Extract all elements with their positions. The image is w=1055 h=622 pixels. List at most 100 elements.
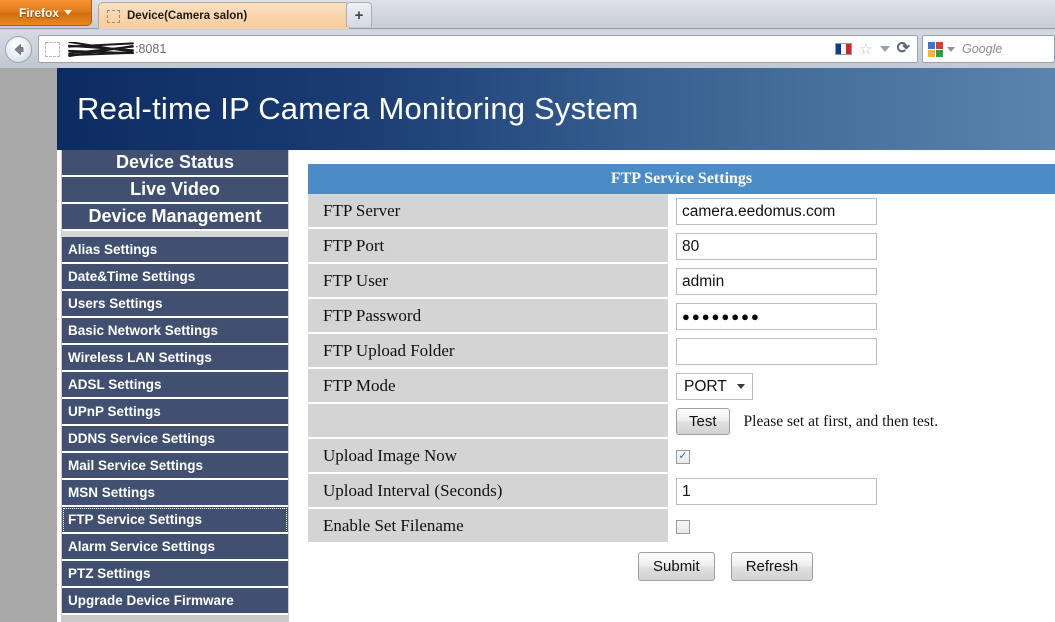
search-bar[interactable]: Google [922,35,1055,63]
ftp-server-cell: camera.eedomus.com [668,194,1055,229]
refresh-button[interactable]: Refresh [730,551,814,581]
table-row: FTP Port 80 [308,229,1055,264]
address-bar[interactable]: :8081 ☆ ⟳ [38,35,918,63]
enable-set-filename-label: Enable Set Filename [308,509,668,544]
google-icon [928,41,943,57]
sidebar-item-label: FTP Service Settings [68,512,203,527]
ftp-user-input[interactable]: admin [676,268,877,295]
tab-strip: Firefox Device(Camera salon) + [0,0,1055,29]
sidebar-item-label: Alarm Service Settings [68,539,216,554]
sidebar-item-label: Basic Network Settings [68,323,219,338]
sidebar-item-users-settings[interactable]: Users Settings [62,291,288,318]
sidebar-item-alarm-service-settings[interactable]: Alarm Service Settings [62,534,288,561]
chevron-down-icon [736,384,745,389]
sidebar-item-label: Device Management [88,206,262,226]
sidebar-item-msn-settings[interactable]: MSN Settings [62,480,288,507]
upload-interval-label: Upload Interval (Seconds) [308,474,668,509]
table-row: Upload Interval (Seconds) 1 [308,474,1055,509]
redacted-url [68,41,134,57]
form-actions: Submit Refresh [308,544,1055,588]
ftp-mode-selected-value: PORT [684,377,727,395]
ftp-mode-label: FTP Mode [308,369,668,404]
sidebar-item-ftp-service-settings[interactable]: FTP Service Settings [62,507,288,534]
ftp-port-input[interactable]: 80 [676,233,877,260]
sidebar-item-label: ADSL Settings [68,377,162,392]
ftp-upload-folder-input[interactable] [676,338,877,365]
page-title: Real-time IP Camera Monitoring System [77,91,639,126]
upload-interval-input[interactable]: 1 [676,478,877,505]
test-hint-text: Please set at first, and then test. [743,412,939,430]
flag-fr-icon[interactable] [835,43,853,55]
sidebar-item-upgrade-device-firmware[interactable]: Upgrade Device Firmware [62,588,288,615]
chevron-down-icon[interactable] [879,46,890,52]
sidebar-item-ptz-settings[interactable]: PTZ Settings [62,561,288,588]
sidebar-item-alias-settings[interactable]: Alias Settings [62,237,288,264]
ftp-port-cell: 80 [668,229,1055,264]
sidebar-item-label: Live Video [130,179,220,199]
sidebar-item-wireless-lan-settings[interactable]: Wireless LAN Settings [62,345,288,372]
chevron-down-icon[interactable] [947,46,955,52]
sidebar: Device Status Live Video Device Manageme… [61,150,289,622]
back-arrow-icon [14,44,24,55]
table-row: Enable Set Filename [308,509,1055,544]
sidebar-item-label: Device Status [115,152,235,172]
sidebar-item-device-status[interactable]: Device Status [62,150,288,177]
address-bar-text: :8081 [135,42,167,56]
table-row: FTP Mode PORT [308,369,1055,404]
sidebar-item-mail-service-settings[interactable]: Mail Service Settings [62,453,288,480]
ftp-mode-cell: PORT [668,369,1055,404]
search-input[interactable]: Google [962,42,1002,56]
table-row: FTP Server camera.eedomus.com [308,194,1055,229]
ftp-user-label: FTP User [308,264,668,299]
panel-title: FTP Service Settings [308,164,1055,194]
browser-tab[interactable]: Device(Camera salon) [98,2,350,29]
sidebar-item-label: Date&Time Settings [68,269,196,284]
chevron-down-icon [64,10,72,15]
upload-image-now-checkbox[interactable]: ✓ [676,449,690,464]
sidebar-item-upnp-settings[interactable]: UPnP Settings [62,399,288,426]
ftp-server-label: FTP Server [308,194,668,229]
address-bar-icons: ☆ ⟳ [835,41,917,57]
ftp-port-label: FTP Port [308,229,668,264]
sidebar-item-label: PTZ Settings [68,566,151,581]
navigation-toolbar: :8081 ☆ ⟳ Google [0,30,1055,68]
ftp-server-input[interactable]: camera.eedomus.com [676,198,877,225]
sidebar-item-live-video[interactable]: Live Video [62,177,288,204]
star-icon[interactable]: ☆ [859,42,872,57]
reload-icon[interactable]: ⟳ [897,41,910,57]
sidebar-item-device-management[interactable]: Device Management [62,204,288,231]
test-button[interactable]: Test [676,408,730,435]
table-row: Upload Image Now ✓ [308,439,1055,474]
browser-chrome: Firefox Device(Camera salon) +:8081 ☆ ⟳… [0,0,1055,68]
sidebar-item-basic-network-settings[interactable]: Basic Network Settings [62,318,288,345]
firefox-menu-button[interactable]: Firefox [0,0,92,26]
test-row-cell: Test Please set at first, and then test. [668,404,1055,439]
table-row: FTP User admin [308,264,1055,299]
sidebar-item-ddns-service-settings[interactable]: DDNS Service Settings [62,426,288,453]
page-left-gutter [0,68,57,622]
sidebar-item-adsl-settings[interactable]: ADSL Settings [62,372,288,399]
browser-tab-title: Device(Camera salon) [127,10,248,22]
ftp-mode-select[interactable]: PORT [676,373,753,400]
blank-favicon-icon [107,9,120,23]
page-favicon-icon [45,41,60,57]
ftp-settings-panel: FTP Service Settings FTP Server camera.e… [308,164,1055,622]
enable-set-filename-checkbox[interactable] [676,519,690,534]
back-button[interactable] [5,36,32,63]
ftp-upload-folder-cell [668,334,1055,369]
table-row: Test Please set at first, and then test. [308,404,1055,439]
ftp-password-input[interactable]: ●●●●●●●● [676,303,877,330]
sidebar-item-label: Alias Settings [68,242,158,257]
upload-image-now-label: Upload Image Now [308,439,668,474]
ftp-password-label: FTP Password [308,299,668,334]
sidebar-item-datetime-settings[interactable]: Date&Time Settings [62,264,288,291]
new-tab-button[interactable]: + [346,2,372,27]
firefox-menu-label: Firefox [18,5,59,20]
sidebar-item-label: Users Settings [68,296,163,311]
submit-button[interactable]: Submit [638,551,715,581]
sidebar-item-label: Upgrade Device Firmware [68,593,234,608]
sidebar-item-label: Wireless LAN Settings [68,350,212,365]
sidebar-item-label: MSN Settings [68,485,156,500]
ftp-upload-folder-label: FTP Upload Folder [308,334,668,369]
enable-set-filename-cell [668,509,1055,544]
